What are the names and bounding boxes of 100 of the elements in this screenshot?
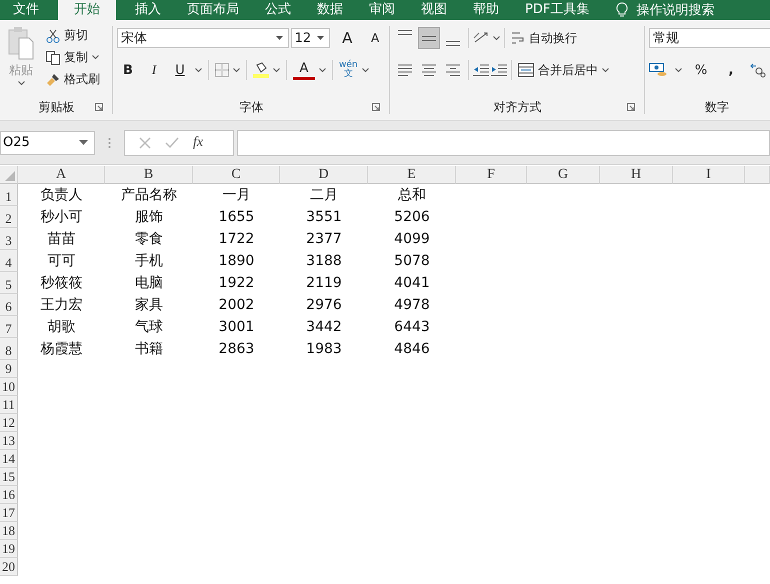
column-header[interactable]: E: [368, 166, 456, 184]
row-header[interactable]: 9: [0, 360, 18, 378]
drag-handle-icon[interactable]: [108, 136, 111, 148]
comma-style-button[interactable]: ,: [720, 59, 742, 81]
lightbulb-icon[interactable]: [616, 2, 628, 18]
row-header[interactable]: 20: [0, 558, 18, 576]
row-header[interactable]: 14: [0, 450, 18, 468]
table-cell-text: 3442: [305, 318, 343, 337]
caret-icon[interactable]: [273, 68, 280, 72]
currency-icon[interactable]: [649, 62, 667, 78]
copy-button[interactable]: 复制: [44, 48, 102, 67]
row-header[interactable]: 12: [0, 414, 18, 432]
name-box[interactable]: O25: [0, 130, 95, 154]
align-lines-icon: [398, 64, 412, 76]
caret-icon[interactable]: [362, 68, 369, 72]
caret-icon[interactable]: [195, 68, 202, 72]
dialog-launcher-icon[interactable]: [372, 103, 380, 111]
dropdown-arrow-icon[interactable]: [276, 36, 283, 40]
row-header[interactable]: 1: [0, 184, 18, 206]
row-header[interactable]: 4: [0, 250, 18, 272]
bold-button[interactable]: B: [117, 59, 139, 81]
ribbon-tab[interactable]: 视图: [408, 0, 460, 20]
row-header[interactable]: 8: [0, 338, 18, 360]
font-name-field[interactable]: 宋体: [117, 28, 289, 48]
format-painter-button[interactable]: 格式刷: [44, 70, 102, 89]
column-header[interactable]: A: [18, 166, 105, 184]
table-cell-text: 3001: [218, 318, 256, 337]
fill-color-icon[interactable]: [253, 62, 269, 78]
ribbon-tab[interactable]: 数据: [304, 0, 356, 20]
number-format-field[interactable]: 常规: [649, 28, 770, 48]
caret-icon[interactable]: [18, 81, 24, 86]
tell-me-search[interactable]: 操作说明搜索: [636, 1, 714, 19]
caret-icon[interactable]: [493, 36, 500, 40]
table-cell-text: 总和: [397, 186, 427, 205]
font-size-field[interactable]: 12: [290, 28, 330, 48]
decrease-indent-icon[interactable]: [473, 64, 489, 76]
row-header[interactable]: 3: [0, 228, 18, 250]
row-header[interactable]: 16: [0, 486, 18, 504]
dialog-launcher-icon[interactable]: [627, 103, 635, 111]
caret-icon[interactable]: [319, 68, 326, 72]
paintbrush-icon: [46, 72, 60, 86]
underline-button[interactable]: U: [169, 59, 191, 81]
table-cell-text: 5206: [393, 208, 431, 227]
checkmark-icon[interactable]: [165, 136, 179, 148]
row-header[interactable]: 17: [0, 504, 18, 522]
table-cell-text: 2119: [305, 274, 343, 293]
column-header[interactable]: I: [673, 166, 745, 184]
row-header[interactable]: 13: [0, 432, 18, 450]
table-cell-text: 2002: [218, 296, 256, 315]
row-header[interactable]: 11: [0, 396, 18, 414]
ribbon-tab[interactable]: 审阅: [356, 0, 408, 20]
increase-decimal-icon[interactable]: [750, 62, 766, 78]
dropdown-arrow-icon[interactable]: [79, 140, 88, 145]
table-cell-text: 可可: [46, 252, 76, 271]
ribbon-tab[interactable]: 页面布局: [174, 0, 252, 20]
row-header[interactable]: 15: [0, 468, 18, 486]
column-header[interactable]: F: [456, 166, 527, 184]
column-header[interactable]: H: [600, 166, 673, 184]
align-lines-icon: [398, 30, 412, 35]
decrease-font-size-button[interactable]: A: [364, 27, 386, 49]
dialog-launcher-icon[interactable]: [95, 103, 103, 111]
caret-icon[interactable]: [602, 68, 609, 72]
row-header[interactable]: 10: [0, 378, 18, 396]
formula-input-field[interactable]: [237, 130, 770, 156]
row-header[interactable]: 5: [0, 272, 18, 294]
ribbon-tab[interactable]: 公式: [252, 0, 304, 20]
phonetic-guide-button[interactable]: wén 文: [339, 61, 358, 79]
column-header[interactable]: D: [280, 166, 368, 184]
row-header[interactable]: 7: [0, 316, 18, 338]
column-header[interactable]: B: [105, 166, 193, 184]
row-header[interactable]: 18: [0, 522, 18, 540]
percent-style-button[interactable]: %: [690, 59, 712, 81]
column-header[interactable]: G: [527, 166, 600, 184]
caret-icon[interactable]: [233, 68, 240, 72]
font-color-button[interactable]: A: [293, 60, 315, 80]
italic-button[interactable]: I: [143, 59, 165, 81]
increase-indent-icon[interactable]: [491, 64, 507, 76]
ribbon-tab[interactable]: 插入: [122, 0, 174, 20]
insert-function-button[interactable]: fx: [193, 134, 204, 150]
merge-center-button[interactable]: 合并后居中: [516, 60, 600, 80]
row-header[interactable]: 19: [0, 540, 18, 558]
vertical-align-button[interactable]: [418, 27, 440, 49]
ribbon-tab[interactable]: PDF工具集: [512, 0, 602, 20]
row-header[interactable]: 6: [0, 294, 18, 316]
table-cell-text: 2863: [218, 340, 256, 359]
wrap-text-button[interactable]: 自动换行: [509, 28, 579, 48]
ribbon-tab[interactable]: 帮助: [460, 0, 512, 20]
borders-icon[interactable]: [215, 63, 229, 77]
caret-icon[interactable]: [92, 55, 99, 60]
increase-font-size-button[interactable]: A: [336, 27, 358, 49]
cut-button[interactable]: 剪切: [44, 26, 102, 45]
column-header[interactable]: C: [193, 166, 280, 184]
clipboard-icon: [7, 26, 35, 60]
dropdown-arrow-icon[interactable]: [317, 36, 324, 40]
ribbon-tab[interactable]: 开始: [58, 0, 116, 20]
table-cell-text: 家具: [134, 296, 164, 315]
table-cell-text: 3188: [305, 252, 343, 271]
row-header[interactable]: 2: [0, 206, 18, 228]
ribbon-tab[interactable]: 文件: [0, 0, 52, 20]
caret-icon[interactable]: [675, 68, 682, 72]
